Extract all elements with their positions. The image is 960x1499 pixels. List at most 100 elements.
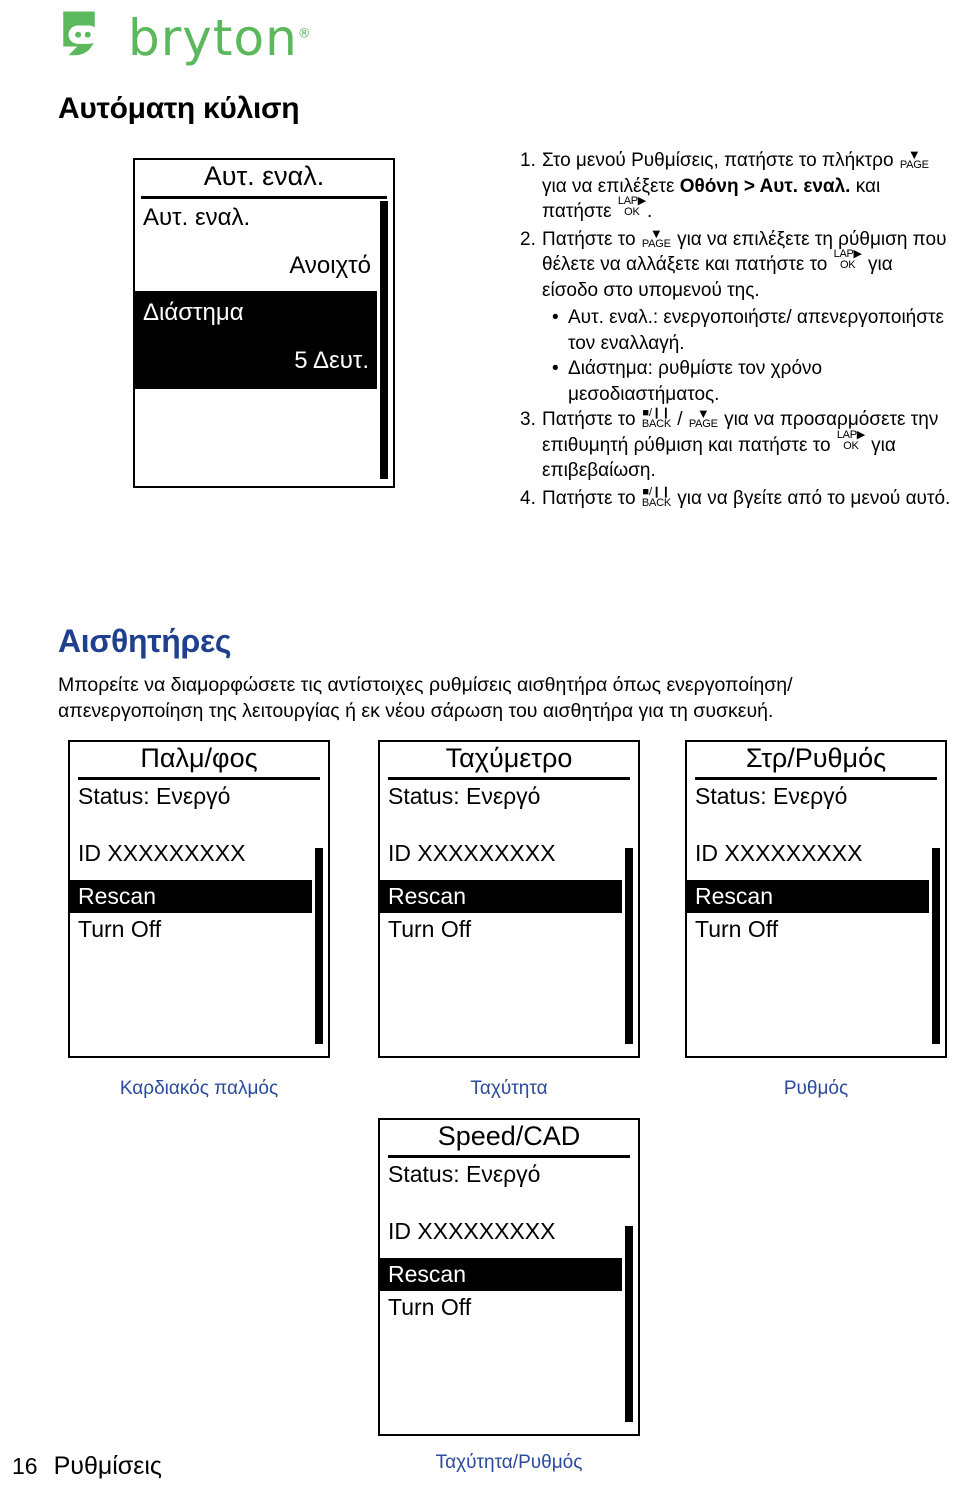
device-menu-label: Διάστημα [143, 299, 244, 327]
instruction-step: 1. Στο μενού Ρυθμίσεις, πατήστε το πλήκτρ… [520, 148, 952, 225]
key-label: OK [843, 439, 859, 452]
lap-ok-button-icon: LAP▶ OK [618, 196, 646, 218]
device-screen-heart-rate: Παλμ/φος Status: Ενεργό ID XXXXXXXXX Rescan… [68, 740, 330, 1058]
device-title: Speed/CAD [437, 1121, 581, 1151]
device-menu-item-rescan[interactable]: Rescan [687, 880, 929, 914]
key-label: BACK [641, 496, 671, 509]
caption-speed: Ταχύτητα [470, 1078, 548, 1099]
instruction-step-number: 3. [520, 409, 536, 430]
instruction-step-number: 1. [520, 150, 536, 171]
brand-name: bryton [128, 9, 298, 67]
instruction-step-text: Πατήστε το ■/❙❙ BACK για να βγείτε από το… [542, 485, 951, 509]
instruction-step-text: Πατήστε το ■/❙❙ BACK / ▼ PAGE για να προσα… [542, 406, 939, 481]
instruction-step-text: Πατήστε το ▼ PAGE για να επιλέξετε τη ρύθ… [542, 225, 947, 301]
back-button-icon: ■/❙❙ BACK [642, 408, 671, 430]
device-menu-item-autoscroll[interactable]: Αυτ. εναλ. Ανοιχτό [135, 199, 393, 291]
bullet-icon: • [552, 307, 559, 328]
key-glyph: ■/❙❙ [642, 485, 671, 498]
instruction-step-number: 4. [520, 487, 536, 509]
device-id-text: ID XXXXXXXXX [695, 840, 863, 867]
bullet-icon: • [552, 358, 559, 379]
section-heading-sensors: Αισθητήρες [58, 623, 232, 659]
device-menu-item-interval[interactable]: Διάστημα 5 Δευτ. [135, 291, 377, 390]
device-id-text: ID XXXXXXXXX [78, 840, 246, 867]
instruction-sub-text: Διάστημα: ρυθμίστε τον χρόνο μεσοδιαστήμ… [568, 358, 823, 405]
device-title: Αυτ. εναλ. [203, 161, 325, 191]
caption-speed-cad: Ταχύτητα/Ρυθμός [435, 1452, 583, 1473]
back-button-icon: ■/❙❙ BACK [641, 485, 671, 509]
key-label: PAGE [688, 418, 718, 430]
page-button-icon: ▼ PAGE [641, 225, 671, 250]
page-number: 16 [12, 1453, 38, 1479]
device-menu-item-turn-off[interactable]: Turn Off [687, 913, 945, 946]
device-screen-speed-cad: Speed/CAD Status: Ενεργό ID XXXXXXXXX Resca… [378, 1118, 640, 1436]
registered-mark: ® [297, 26, 312, 42]
footer-section-label: Ρυθμίσεις [53, 1452, 162, 1480]
page-button-icon: ▼ PAGE [688, 407, 718, 430]
scrollbar[interactable] [625, 848, 633, 1045]
instruction-step: 3. Πατήστε το ■/❙❙ BACK / ▼ PAGE για να προ… [520, 407, 952, 484]
device-status-text: Status: Ενεργό [388, 783, 541, 810]
device-menu-value: 5 Δευτ. [294, 347, 369, 375]
lap-ok-button-icon: LAP▶ OK [834, 249, 862, 271]
key-glyph: LAP▶ [836, 428, 865, 441]
emphasis-text: Οθόνη > Αυτ. εναλ. [679, 175, 851, 197]
device-menu-item-rescan[interactable]: Rescan [380, 880, 622, 914]
device-body: Status: Ενεργό ID XXXXXXXXX Rescan Turn Off [380, 1158, 638, 1430]
device-menu-item-turn-off[interactable]: Turn Off [70, 913, 328, 946]
device-title: Στρ/Ρυθμός [745, 743, 887, 773]
scrollbar[interactable] [625, 1226, 633, 1423]
caption-heart-rate: Καρδιακός παλμός [119, 1078, 279, 1099]
bryton-bird-logo-icon [63, 11, 99, 56]
lap-ok-button-icon: LAP▶ OK [836, 428, 865, 452]
instruction-sub-item: • Διάστημα: ρυθμίστε τον χρόνο μεσοδιαστή… [552, 356, 952, 407]
device-screen-speed: Ταχύμετρο Status: Ενεργό ID XXXXXXXXX Resca… [378, 740, 640, 1058]
key-label: PAGE [899, 159, 929, 171]
instruction-step-text: Στο μενού Ρυθμίσεις, πατήστε το πλήκτρο … [542, 147, 929, 222]
device-title: Παλμ/φος [140, 743, 258, 773]
key-label: OK [839, 259, 856, 271]
device-body: Status: Ενεργό ID XXXXXXXXX Rescan Turn Off [687, 780, 945, 1052]
device-menu-item-turn-off[interactable]: Turn Off [380, 913, 638, 946]
device-body: Status: Ενεργό ID XXXXXXXXX Rescan Turn Off [380, 780, 638, 1052]
device-body: Αυτ. εναλ. Ανοιχτό Διάστημα 5 Δευτ. [135, 199, 393, 486]
device-menu-item-rescan[interactable]: Rescan [70, 880, 312, 914]
instruction-list: 1. Στο μενού Ρυθμίσεις, πατήστε το πλήκτρ… [520, 148, 952, 513]
scrollbar[interactable] [932, 848, 940, 1045]
scrollbar[interactable] [315, 848, 323, 1045]
instruction-sub-item: • Αυτ. εναλ.: ενεργοποιήστε/ απενεργοποιή… [552, 305, 952, 356]
device-title: Ταχύμετρο [445, 743, 573, 773]
manual-page: bryton® Αυτόματη κύλιση Αυτ. εναλ. Αυτ. … [0, 0, 960, 1499]
key-label: PAGE [641, 237, 671, 250]
device-id-text: ID XXXXXXXXX [388, 840, 556, 867]
instruction-step-number: 2. [520, 228, 536, 250]
brand-wordmark: bryton® [128, 13, 312, 63]
device-status-text: Status: Ενεργό [695, 783, 848, 810]
page-footer: 16 Ρυθμίσεις [12, 1452, 162, 1481]
key-glyph: ▼ [649, 225, 663, 241]
device-body: Status: Ενεργό ID XXXXXXXXX Rescan Turn Off [70, 780, 328, 1052]
device-menu-item-rescan[interactable]: Rescan [380, 1258, 622, 1292]
brand-logo: bryton® [58, 8, 312, 64]
device-screen-autoscroll: Αυτ. εναλ. Αυτ. εναλ. Ανοιχτό Διάστημα 5… [133, 158, 395, 488]
caption-cadence: Ρυθμός [783, 1078, 849, 1099]
section-heading-autoscroll: Αυτόματη κύλιση [58, 92, 300, 125]
device-menu-value: Ανοιχτό [289, 252, 371, 280]
device-id-text: ID XXXXXXXXX [388, 1218, 556, 1245]
device-status-text: Status: Ενεργό [388, 1161, 541, 1188]
key-label: BACK [641, 418, 671, 430]
device-menu-label: Αυτ. εναλ. [143, 204, 251, 232]
page-button-icon: ▼ PAGE [899, 148, 929, 171]
instruction-step: 4. Πατήστε το ■/❙❙ BACK για να βγείτε από … [520, 486, 952, 512]
device-menu-item-turn-off[interactable]: Turn Off [380, 1291, 638, 1324]
key-label: OK [624, 206, 640, 218]
sensors-intro-paragraph: Μπορείτε να διαμορφώσετε τις αντίστοιχες… [58, 674, 793, 722]
